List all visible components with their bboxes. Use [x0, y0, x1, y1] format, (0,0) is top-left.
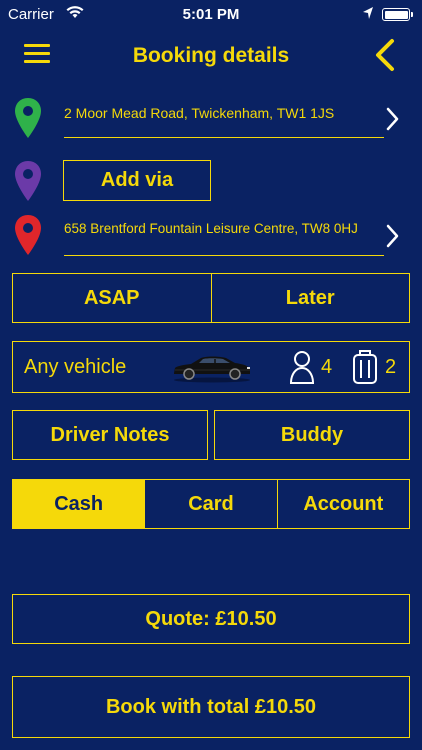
buddy-button[interactable]: Buddy	[214, 410, 410, 460]
book-button[interactable]: Book with total £10.50	[12, 676, 410, 738]
luggage-icon	[353, 350, 377, 384]
vehicle-label: Any vehicle	[24, 356, 127, 378]
dropoff-chevron-icon[interactable]	[384, 223, 400, 249]
payment-card-tab[interactable]: Card	[144, 480, 276, 528]
page-title: Booking details	[132, 44, 290, 67]
timing-selector: ASAP Later	[12, 273, 410, 323]
vehicle-selector[interactable]: Any vehicle 4 2	[12, 341, 410, 393]
later-button[interactable]: Later	[210, 274, 410, 322]
passenger-icon	[289, 351, 315, 384]
pickup-chevron-icon[interactable]	[384, 106, 400, 132]
add-via-button[interactable]: Add via	[63, 160, 211, 201]
car-icon	[174, 356, 250, 383]
passenger-count: 4	[321, 356, 333, 378]
driver-notes-button[interactable]: Driver Notes	[12, 410, 208, 460]
pickup-pin-icon	[15, 98, 41, 138]
pickup-address-field[interactable]: 2 Moor Mead Road, Twickenham, TW1 1JS	[64, 104, 384, 138]
clock: 5:01 PM	[182, 6, 240, 23]
location-arrow-icon	[363, 7, 373, 19]
back-chevron-icon[interactable]	[372, 38, 398, 72]
payment-selector: Cash Card Account	[12, 479, 410, 529]
nav-bar: Booking details	[0, 30, 422, 84]
status-bar: Carrier 5:01 PM	[0, 0, 422, 30]
payment-cash-tab[interactable]: Cash	[13, 480, 145, 528]
asap-button[interactable]: ASAP	[13, 274, 211, 322]
via-pin-icon	[15, 161, 41, 201]
payment-account-tab[interactable]: Account	[276, 480, 409, 528]
battery-icon	[382, 8, 413, 21]
dropoff-address-field[interactable]: 658 Brentford Fountain Leisure Centre, T…	[64, 220, 384, 256]
quote-button[interactable]: Quote: £10.50	[12, 594, 410, 644]
luggage-count: 2	[385, 356, 397, 378]
dropoff-pin-icon	[15, 215, 41, 255]
